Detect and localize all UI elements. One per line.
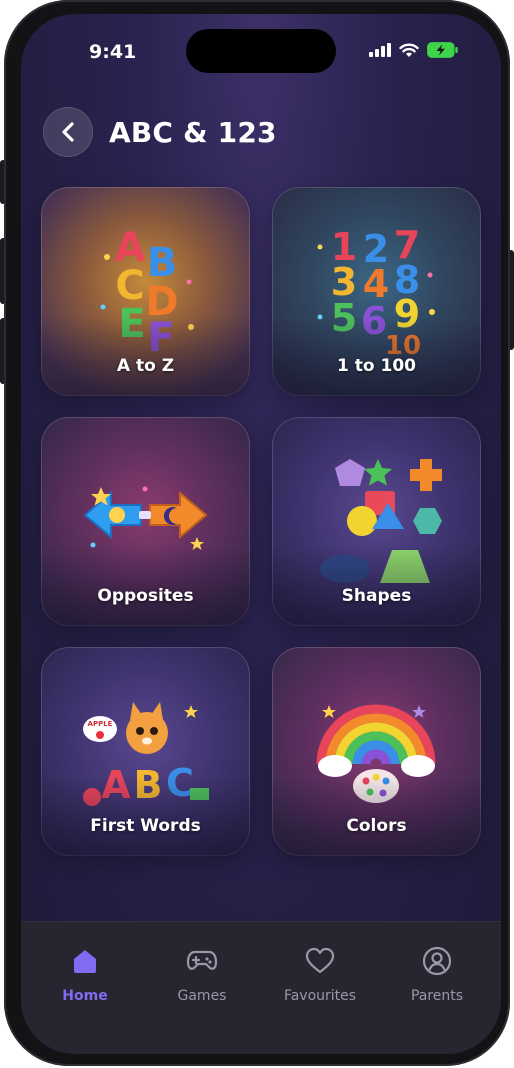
page-title: ABC & 123 — [109, 115, 277, 149]
chevron-left-icon — [62, 122, 74, 142]
category-grid: A B C D E F A to Z 1 2 7 3 — [41, 187, 481, 858]
tab-label: Parents — [410, 988, 464, 1004]
dynamic-island — [186, 29, 336, 73]
card-label: 1 to 100 — [337, 356, 416, 376]
back-button[interactable] — [43, 107, 93, 157]
signal-icon — [369, 43, 391, 57]
tab-favourites[interactable]: Favourites — [265, 944, 375, 1004]
card-label: First Words — [90, 816, 201, 836]
status-time: 9:41 — [89, 41, 137, 63]
user-circle-icon — [422, 946, 452, 976]
heart-icon — [305, 947, 335, 974]
phone-frame: 9:41 ABC & 123 A B C D A to Z 1 2 7 3 4 … — [4, 0, 510, 1066]
card-a-to-z[interactable]: A B C D E F A to Z — [41, 187, 250, 396]
card-label: Opposites — [97, 586, 194, 606]
app-screen: 9:41 ABC & 123 A B C D A to Z 1 2 7 3 4 … — [21, 14, 501, 1054]
tab-label: Games — [177, 988, 227, 1004]
status-icons — [369, 42, 459, 58]
tab-home[interactable]: Home — [30, 944, 140, 1004]
card-label: Colors — [346, 816, 407, 836]
tab-games[interactable]: Games — [147, 944, 257, 1004]
gamepad-icon — [186, 950, 218, 970]
card-shapes[interactable]: Shapes — [272, 417, 481, 626]
battery-charging-icon — [427, 42, 458, 58]
card-opposites[interactable]: Opposites — [41, 417, 250, 626]
card-label: A to Z — [116, 356, 175, 376]
page-header: ABC & 123 — [43, 107, 277, 157]
apple-bubble-text: APPLE — [88, 720, 113, 728]
card-label: Shapes — [341, 586, 412, 606]
tab-parents[interactable]: Parents — [382, 944, 492, 1004]
card-colors[interactable]: Colors — [272, 647, 481, 856]
status-bar: 9:41 — [21, 14, 501, 84]
home-icon — [74, 950, 96, 973]
tab-label: Home — [62, 988, 108, 1004]
bottom-tab-bar: Home Games Favourites Parents — [21, 921, 501, 1054]
tab-label: Favourites — [283, 988, 357, 1004]
card-first-words[interactable]: APPLE A B C First Words — [41, 647, 250, 856]
card-1-to-100[interactable]: 1 2 7 3 4 8 5 6 9 10 1 to 100 — [272, 187, 481, 396]
wifi-icon — [399, 43, 419, 57]
